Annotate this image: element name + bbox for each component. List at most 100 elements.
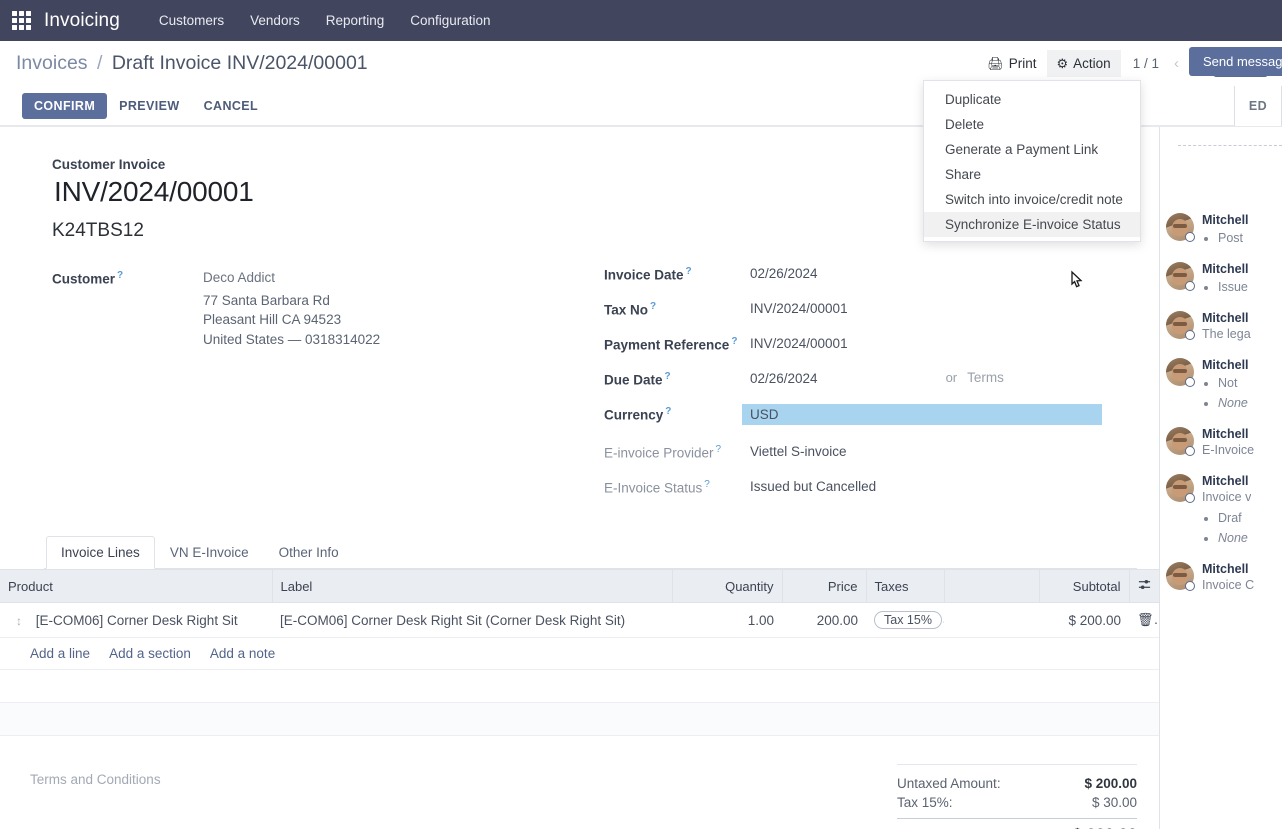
drag-handle-icon[interactable]: ↕: [8, 614, 22, 628]
preview-button[interactable]: PREVIEW: [107, 93, 191, 119]
column-header-product[interactable]: Product: [0, 570, 272, 603]
breadcrumb-current: Draft Invoice INV/2024/00001: [112, 52, 368, 74]
list-item[interactable]: Mitchell Invoice C: [1160, 555, 1282, 602]
message-author[interactable]: Mitchell: [1202, 213, 1249, 227]
add-a-note-link[interactable]: Add a note: [210, 646, 275, 661]
message-author[interactable]: Mitchell: [1202, 358, 1249, 372]
nav-item-reporting[interactable]: Reporting: [313, 3, 398, 38]
table-row[interactable]: ↕ [E-COM06] Corner Desk Right Sit [E-COM…: [0, 603, 1159, 638]
add-a-line-link[interactable]: Add a line: [30, 646, 90, 661]
list-item[interactable]: Mitchell Issue: [1160, 255, 1282, 304]
row-delete-cell[interactable]: 🗑: [1129, 603, 1159, 638]
cancel-button[interactable]: CANCEL: [192, 93, 270, 119]
row-product-value: [E-COM06] Corner Desk Right Sit: [36, 613, 238, 628]
invoice-date-label: Invoice Date?: [604, 264, 746, 283]
tax-no-value[interactable]: INV/2024/00001: [746, 299, 848, 316]
list-item[interactable]: Mitchell Invoice v Draf None: [1160, 467, 1282, 555]
chevron-left-icon[interactable]: ‹: [1169, 54, 1184, 73]
total-row-untaxed: Untaxed Amount: $ 200.00: [897, 774, 1137, 793]
help-icon[interactable]: ?: [117, 270, 123, 281]
terms-and-conditions-input[interactable]: Terms and Conditions: [30, 758, 897, 787]
message-author[interactable]: Mitchell: [1202, 311, 1251, 325]
list-item[interactable]: Mitchell E-Invoice: [1160, 420, 1282, 467]
column-header-taxes[interactable]: Taxes: [866, 570, 944, 603]
customer-address-line-1: 77 Santa Barbara Rd: [203, 291, 380, 311]
confirm-button[interactable]: CONFIRM: [22, 93, 107, 119]
message-author[interactable]: Mitchell: [1202, 474, 1251, 488]
einvoice-provider-label: E-invoice Provider?: [604, 442, 746, 461]
tax-badge: Tax 15%: [874, 611, 942, 629]
customer-name[interactable]: Deco Addict: [203, 268, 380, 288]
send-message-button[interactable]: Send message: [1189, 47, 1282, 76]
presence-icon: [1185, 377, 1195, 387]
presence-icon: [1185, 581, 1195, 591]
list-item[interactable]: Mitchell Not None: [1160, 351, 1282, 420]
nav-item-configuration[interactable]: Configuration: [397, 3, 503, 38]
customer-field-row: Customer? Deco Addict 77 Santa Barbara R…: [52, 268, 604, 349]
nav-item-vendors[interactable]: Vendors: [237, 3, 313, 38]
help-icon[interactable]: ?: [650, 301, 656, 312]
chatter-divider: [1178, 145, 1282, 146]
breadcrumb-root[interactable]: Invoices: [16, 52, 88, 74]
column-settings-icon[interactable]: [1129, 570, 1159, 603]
control-panel: Invoices / Draft Invoice INV/2024/00001 …: [0, 41, 1282, 127]
help-icon[interactable]: ?: [665, 371, 671, 382]
due-date-value[interactable]: 02/26/2024: [746, 369, 818, 386]
menu-item-delete[interactable]: Delete: [924, 112, 1140, 137]
payment-terms-input[interactable]: Terms: [967, 370, 1004, 385]
message-bullet: Issue: [1218, 277, 1249, 297]
customer-address-block: Deco Addict 77 Santa Barbara Rd Pleasant…: [194, 268, 380, 349]
help-icon[interactable]: ?: [686, 266, 692, 277]
help-icon[interactable]: ?: [731, 336, 737, 347]
menu-item-share[interactable]: Share: [924, 162, 1140, 187]
einvoice-provider-value: Viettel S-invoice: [746, 442, 847, 459]
column-header-price[interactable]: Price: [782, 570, 866, 603]
untaxed-amount-value: $ 200.00: [1051, 776, 1137, 791]
column-header-label[interactable]: Label: [272, 570, 672, 603]
payment-reference-value[interactable]: INV/2024/00001: [746, 334, 848, 351]
menu-item-synchronize-einvoice-status[interactable]: Synchronize E-invoice Status: [924, 212, 1140, 237]
currency-input[interactable]: USD: [742, 404, 1102, 425]
help-icon[interactable]: ?: [704, 479, 710, 490]
tab-other-info[interactable]: Other Info: [264, 536, 354, 569]
status-badge[interactable]: ED: [1234, 86, 1282, 126]
tab-vn-e-invoice[interactable]: VN E-Invoice: [155, 536, 264, 569]
print-button[interactable]: 🖨 Print: [977, 50, 1046, 77]
list-item[interactable]: Mitchell Post: [1160, 206, 1282, 255]
add-a-section-link[interactable]: Add a section: [109, 646, 191, 661]
message-bullet: None: [1218, 393, 1249, 413]
menu-item-switch-invoice-credit-note[interactable]: Switch into invoice/credit note: [924, 187, 1140, 212]
column-header-subtotal[interactable]: Subtotal: [1039, 570, 1129, 603]
row-product-cell[interactable]: ↕ [E-COM06] Corner Desk Right Sit: [0, 603, 272, 638]
row-price-cell[interactable]: 200.00: [782, 603, 866, 638]
action-button[interactable]: ⚙ Action: [1047, 50, 1121, 77]
message-bullet: None: [1218, 528, 1251, 548]
menu-item-duplicate[interactable]: Duplicate: [924, 87, 1140, 112]
total-row-grand: Total: $ 230.00: [897, 818, 1137, 829]
message-text: Invoice C: [1202, 576, 1254, 595]
fields-grid: Customer? Deco Addict 77 Santa Barbara R…: [22, 264, 1137, 512]
message-author[interactable]: Mitchell: [1202, 262, 1249, 276]
invoice-date-value[interactable]: 02/26/2024: [746, 264, 818, 281]
help-icon[interactable]: ?: [665, 406, 671, 417]
trash-icon[interactable]: 🗑: [1137, 612, 1159, 627]
invoice-lines-table-wrap: Product Label Quantity Price Taxes Subto…: [0, 569, 1159, 736]
app-brand-invoicing[interactable]: Invoicing: [44, 10, 120, 32]
list-item[interactable]: Mitchell The lega: [1160, 304, 1282, 351]
row-quantity-cell[interactable]: 1.00: [672, 603, 782, 638]
help-icon[interactable]: ?: [716, 444, 722, 455]
table-header-row: Product Label Quantity Price Taxes Subto…: [0, 570, 1159, 603]
breadcrumb-separator: /: [97, 52, 102, 74]
action-dropdown-menu: Duplicate Delete Generate a Payment Link…: [923, 80, 1141, 242]
message-author[interactable]: Mitchell: [1202, 562, 1254, 576]
nav-item-customers[interactable]: Customers: [146, 3, 237, 38]
row-taxes-cell[interactable]: Tax 15%: [866, 603, 944, 638]
tab-invoice-lines[interactable]: Invoice Lines: [46, 536, 155, 569]
column-header-quantity[interactable]: Quantity: [672, 570, 782, 603]
apps-grid-icon[interactable]: [12, 11, 31, 30]
row-spacer-cell: [944, 603, 1039, 638]
shaded-filler-row: [0, 703, 1159, 736]
message-author[interactable]: Mitchell: [1202, 427, 1254, 441]
menu-item-generate-payment-link[interactable]: Generate a Payment Link: [924, 137, 1140, 162]
row-label-cell[interactable]: [E-COM06] Corner Desk Right Sit (Corner …: [272, 603, 672, 638]
